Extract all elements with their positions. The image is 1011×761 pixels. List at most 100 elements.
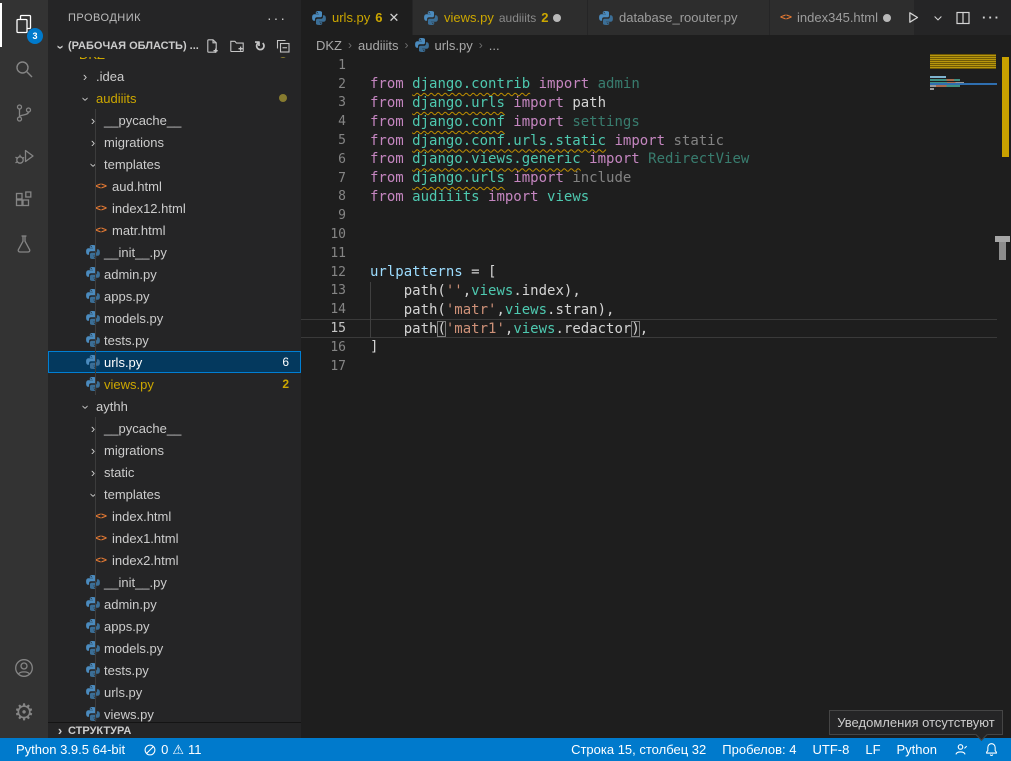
notification-toast[interactable]: Уведомления отсутствуют: [829, 710, 1003, 735]
tree-item-models-py[interactable]: models.py: [48, 637, 301, 659]
tree-item-tests-py[interactable]: tests.py: [48, 659, 301, 681]
outline-section-header[interactable]: › СТРУКТУРА: [48, 722, 301, 738]
line-content: urlpatterns = [: [346, 264, 496, 280]
tab-index345-html[interactable]: <>index345.html: [770, 0, 915, 35]
dirty-indicator-icon[interactable]: [883, 14, 891, 22]
encoding-status[interactable]: UTF-8: [813, 742, 850, 757]
close-icon[interactable]: ✕: [389, 10, 400, 26]
cursor-position-status[interactable]: Строка 15, столбец 32: [571, 742, 706, 757]
code-line-9[interactable]: 9: [301, 206, 997, 225]
code-line-4[interactable]: 4from django.conf import settings: [301, 112, 997, 131]
activity-run-debug-icon[interactable]: [0, 135, 48, 179]
scrollbar-handle[interactable]: [999, 242, 1006, 260]
tree-item-urls-py[interactable]: urls.py6: [48, 351, 301, 373]
code-line-1[interactable]: 1: [301, 56, 997, 75]
more-actions-icon[interactable]: ···: [267, 10, 287, 26]
dirty-indicator-icon[interactable]: [553, 14, 561, 22]
activity-settings-icon[interactable]: ⚙: [0, 690, 48, 734]
tree-item-index12-html[interactable]: <>index12.html: [48, 197, 301, 219]
tree-item-label: admin.py: [104, 597, 157, 612]
run-dropdown-chevron-icon[interactable]: [932, 12, 944, 24]
tree-item-admin-py[interactable]: admin.py: [48, 593, 301, 615]
breadcrumb-item[interactable]: DKZ: [316, 38, 342, 53]
tree-item-admin-py[interactable]: admin.py: [48, 263, 301, 285]
tree-item-tests-py[interactable]: tests.py: [48, 329, 301, 351]
new-file-icon[interactable]: [204, 38, 220, 54]
tree-item-static[interactable]: ›static: [48, 461, 301, 483]
tree-item-views-py[interactable]: views.py: [48, 703, 301, 722]
tree-item--init-py[interactable]: __init__.py: [48, 571, 301, 593]
tree-item-index1-html[interactable]: <>index1.html: [48, 527, 301, 549]
code-line-11[interactable]: 11: [301, 244, 997, 263]
tree-item--pycache-[interactable]: ›__pycache__: [48, 109, 301, 131]
tree-item-aud-html[interactable]: <>aud.html: [48, 175, 301, 197]
code-line-12[interactable]: 12urlpatterns = [: [301, 263, 997, 282]
tree-item-migrations[interactable]: ›migrations: [48, 439, 301, 461]
indentation-status[interactable]: Пробелов: 4: [722, 742, 796, 757]
language-mode-status[interactable]: Python: [897, 742, 937, 757]
split-editor-icon[interactable]: [955, 10, 971, 26]
feedback-icon[interactable]: [953, 742, 968, 757]
tree-item-audiiits[interactable]: ›audiiits: [48, 87, 301, 109]
new-folder-icon[interactable]: [229, 38, 245, 54]
code-area[interactable]: 12from django.contrib import admin3from …: [301, 56, 997, 376]
python-file-icon: [85, 376, 101, 392]
line-content: from audiiits import views: [346, 189, 589, 205]
activity-search-icon[interactable]: [0, 47, 48, 91]
tree-item-templates[interactable]: ›templates: [48, 483, 301, 505]
tree-item-index2-html[interactable]: <>index2.html: [48, 549, 301, 571]
tree-item-migrations[interactable]: ›migrations: [48, 131, 301, 153]
code-line-10[interactable]: 10: [301, 225, 997, 244]
tree-item-matr-html[interactable]: <>matr.html: [48, 219, 301, 241]
tree-item-urls-py[interactable]: urls.py: [48, 681, 301, 703]
workspace-section-header[interactable]: › (РАБОЧАЯ ОБЛАСТЬ) ... ↻: [48, 35, 301, 57]
tree-item--idea[interactable]: ›.idea: [48, 65, 301, 87]
more-editor-actions-icon[interactable]: ···: [982, 10, 1001, 25]
code-line-2[interactable]: 2from django.contrib import admin: [301, 75, 997, 94]
activity-extensions-icon[interactable]: [0, 179, 48, 223]
code-line-7[interactable]: 7from django.urls import include: [301, 169, 997, 188]
tree-item-models-py[interactable]: models.py: [48, 307, 301, 329]
code-line-3[interactable]: 3from django.urls import path: [301, 94, 997, 113]
collapse-all-icon[interactable]: [275, 38, 291, 54]
breadcrumb-separator-icon: ›: [404, 38, 408, 52]
notifications-bell-icon[interactable]: [984, 742, 999, 757]
code-line-8[interactable]: 8from audiiits import views: [301, 188, 997, 207]
breadcrumb-item[interactable]: ...: [489, 38, 500, 53]
code-line-15[interactable]: 15 path('matr1',views.redactor),: [301, 319, 997, 338]
sidebar-title-row: ПРОВОДНИК ···: [48, 0, 301, 35]
refresh-icon[interactable]: ↻: [254, 39, 266, 53]
activity-explorer-icon[interactable]: 3: [0, 3, 48, 47]
tab-urls-py[interactable]: urls.py6✕: [301, 0, 413, 35]
tree-item-index-html[interactable]: <>index.html: [48, 505, 301, 527]
tree-item-aythh[interactable]: ›aythh: [48, 395, 301, 417]
breadcrumb-item[interactable]: audiiits: [358, 38, 398, 53]
run-button[interactable]: [904, 9, 921, 26]
tree-item--init-py[interactable]: __init__.py: [48, 241, 301, 263]
tree-item-dkz[interactable]: ›DKZ: [48, 57, 301, 65]
tab-views-py[interactable]: views.pyaudiiits2: [413, 0, 588, 35]
code-line-6[interactable]: 6from django.views.generic import Redire…: [301, 150, 997, 169]
line-number: 3: [301, 95, 346, 110]
activity-testing-icon[interactable]: [0, 223, 48, 267]
code-line-5[interactable]: 5from django.conf.urls.static import sta…: [301, 131, 997, 150]
tree-item--pycache-[interactable]: ›__pycache__: [48, 417, 301, 439]
eol-status[interactable]: LF: [865, 742, 880, 757]
python-interpreter-status[interactable]: Python 3.9.5 64-bit: [16, 742, 125, 757]
problems-status[interactable]: 0 ⚠ 11: [143, 742, 201, 757]
activity-account-icon[interactable]: [0, 646, 48, 690]
code-line-17[interactable]: 17: [301, 357, 997, 376]
tree-item-apps-py[interactable]: apps.py: [48, 285, 301, 307]
line-number: 4: [301, 114, 346, 129]
breadcrumb-item[interactable]: urls.py: [414, 37, 472, 53]
tab-database-roouter-py[interactable]: database_roouter.py: [588, 0, 770, 35]
code-line-13[interactable]: 13 path('',views.index),: [301, 282, 997, 301]
activity-source-control-icon[interactable]: [0, 91, 48, 135]
minimap[interactable]: [930, 54, 997, 91]
tree-item-apps-py[interactable]: apps.py: [48, 615, 301, 637]
problems-badge: 2: [282, 377, 289, 391]
tree-item-templates[interactable]: ›templates: [48, 153, 301, 175]
tree-item-views-py[interactable]: views.py2: [48, 373, 301, 395]
code-line-16[interactable]: 16]: [301, 338, 997, 357]
code-line-14[interactable]: 14 path('matr',views.stran),: [301, 300, 997, 319]
